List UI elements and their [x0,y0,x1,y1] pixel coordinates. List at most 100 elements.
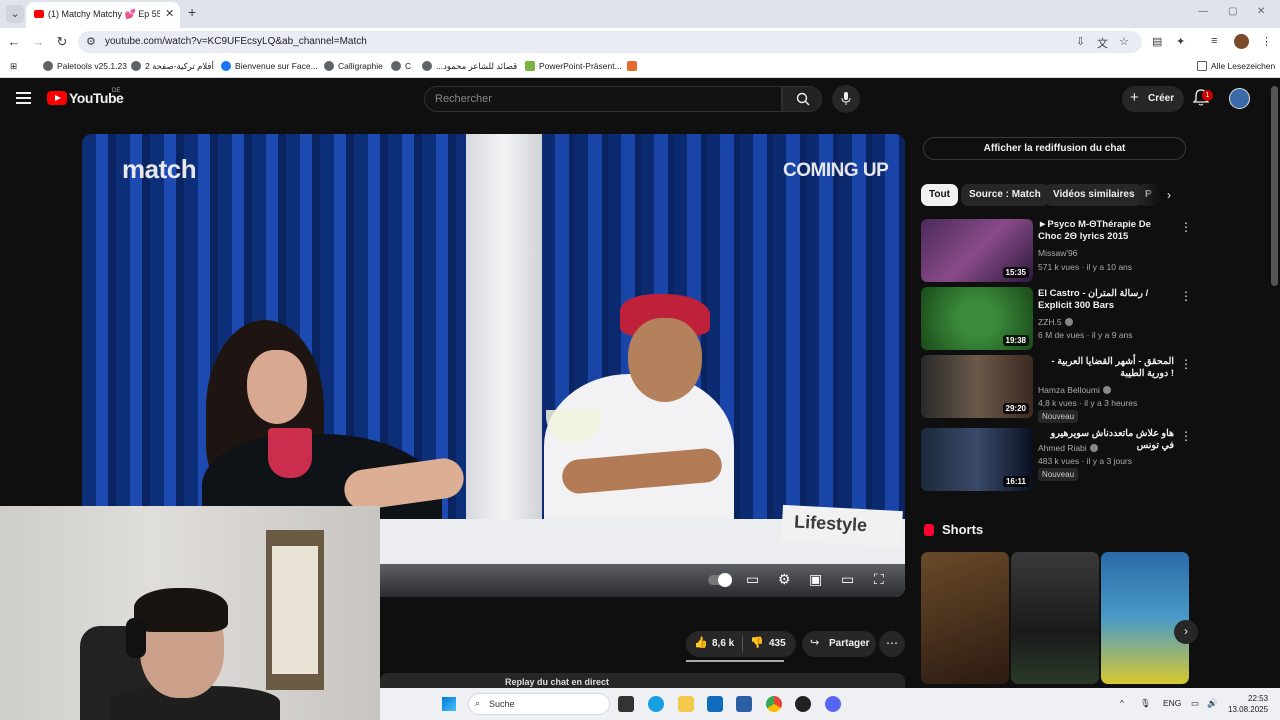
more-vert-icon[interactable]: ⋮ [1180,429,1192,443]
shorts-next-button[interactable]: › [1174,620,1198,644]
short-thumbnail[interactable] [1101,552,1189,684]
more-vert-icon[interactable]: ⋮ [1180,220,1192,234]
fullscreen-icon[interactable]: ⛶ [874,571,884,588]
network-icon[interactable]: ▭ [1191,698,1199,709]
profile-avatar[interactable] [1234,34,1249,49]
volume-icon[interactable]: 🔊 [1207,698,1218,709]
bookmark-item[interactable]: أفلام تركية-صفحة 2 [131,61,214,72]
minimize-icon[interactable]: — [1198,6,1208,17]
like-icon[interactable]: 👍 [694,636,708,649]
tab-active[interactable]: (1) Matchy Matchy 💕 Ep 55: M ✕ [26,2,180,28]
search-button[interactable] [782,86,822,112]
tray-mic-icon[interactable]: 🎙 [1140,698,1151,709]
install-icon[interactable]: ⇩ [1076,35,1085,48]
file-explorer-icon[interactable] [678,696,694,712]
video-title[interactable]: المحقق - أشهر القضايا العربية - دورية ال… [1038,356,1174,380]
theater-mode-icon[interactable]: ▭ [841,571,854,588]
video-meta: 4,8 k vues · il y a 3 heures [1038,398,1138,408]
extensions-icon[interactable]: ✦ [1176,35,1185,48]
more-vert-icon[interactable]: ⋮ [1180,357,1192,371]
tray-chevron-icon[interactable]: ^ [1120,698,1124,708]
store-icon[interactable] [736,696,752,712]
task-view-icon[interactable] [618,696,634,712]
bookmark-item[interactable] [627,61,641,71]
video-thumbnail[interactable]: 15:35 [921,219,1033,282]
bookmark-item[interactable]: Calligraphie [324,61,383,71]
discord-icon[interactable] [825,696,841,712]
tab-close-icon[interactable]: ✕ [165,7,174,20]
clock-date: 13.08.2025 [1228,705,1269,714]
miniplayer-icon[interactable]: ▣ [809,571,822,588]
address-bar[interactable]: ⚙ youtube.com/watch?v=KC9UFEcsyLQ&ab_cha… [78,31,1142,53]
dislike-count[interactable]: 435 [769,638,786,649]
like-count[interactable]: 8,6 k [712,638,734,649]
video-thumbnail[interactable]: 19:38 [921,287,1033,350]
match-watermark: match [122,154,197,184]
clock[interactable]: 22:53 13.08.2025 [1228,693,1268,715]
video-duration: 16:11 [1002,476,1029,487]
search-input[interactable]: Rechercher [424,86,782,112]
close-window-icon[interactable]: ✕ [1257,6,1265,17]
more-actions-button[interactable]: ⋯ [879,631,905,657]
chrome-menu-icon[interactable]: ⋮ [1261,35,1272,48]
video-thumbnail[interactable]: 16:11 [921,428,1033,491]
bookmark-item[interactable]: Bienvenue sur Face... [221,61,318,71]
video-thumbnail[interactable]: 29:20 [921,355,1033,418]
like-dislike-group: 👍 8,6 k 👎 435 [686,631,796,657]
share-button[interactable]: ↪ Partager [802,631,876,657]
bookmark-item[interactable]: PowerPoint-Präsent... [525,61,622,71]
youtube-logo-icon[interactable] [47,91,67,105]
lifestyle-text: Lifestyle [793,511,868,536]
tab-groups-icon[interactable]: ▤ [1152,35,1162,48]
reload-icon[interactable]: ↻ [54,34,70,50]
bookmark-star-icon[interactable]: ☆ [1119,35,1129,48]
maximize-icon[interactable]: ▢ [1228,6,1237,17]
create-button[interactable]: + Créer [1122,86,1184,112]
new-tab-button[interactable]: + [188,4,196,20]
back-icon[interactable]: ← [6,34,22,49]
apps-grid-icon[interactable]: ⊞ [10,61,17,72]
app-icon[interactable] [795,696,811,712]
outlook-icon[interactable] [707,696,723,712]
taskbar-search[interactable]: ⌕ Suche [468,693,610,715]
short-thumbnail[interactable] [1011,552,1099,684]
video-duration: 19:38 [1002,335,1029,346]
dislike-icon[interactable]: 👎 [750,636,764,649]
short-thumbnail[interactable] [921,552,1009,684]
video-channel[interactable]: Ahmed Riabi [1038,443,1098,453]
page-scrollbar[interactable] [1271,86,1278,286]
video-title[interactable]: El Castro - رسالة المتران / Explicit 300… [1038,288,1174,312]
menu-icon[interactable] [16,92,31,104]
all-bookmarks[interactable]: Alle Lesezeichen [1197,61,1275,71]
windows-taskbar: ⌕ Suche ^ 🎙 ENG ▭ 🔊 22:53 13.08.2025 [380,688,1280,720]
chip-source[interactable]: Source : Match [961,184,1049,206]
divider [742,636,743,652]
chip-all[interactable]: Tout [921,184,958,206]
more-vert-icon[interactable]: ⋮ [1180,289,1192,303]
autoplay-toggle[interactable] [708,573,732,587]
chevron-right-icon[interactable]: › [1167,188,1171,202]
language-indicator[interactable]: ENG [1163,698,1181,708]
video-channel[interactable]: ZZH.5 [1038,317,1073,327]
video-channel[interactable]: Hamza Belloumi [1038,385,1111,395]
video-title[interactable]: ►Psyco M-ΘThérapie De Choc 2Θ lyrics 201… [1038,219,1174,243]
windows-start-icon[interactable] [442,697,456,711]
site-info-icon[interactable]: ⚙ [86,35,96,48]
bookmark-item[interactable]: C [391,61,411,71]
forward-icon[interactable]: → [30,34,46,49]
chrome-icon[interactable] [766,696,782,712]
subtitles-icon[interactable]: ▭ [746,571,759,588]
edge-icon[interactable] [648,696,664,712]
settings-gear-icon[interactable]: ⚙ [778,571,791,588]
account-avatar[interactable] [1229,88,1250,109]
chip-related[interactable]: Vidéos similaires [1045,184,1143,206]
translate-icon[interactable]: 文 [1097,35,1108,51]
show-chat-replay-button[interactable]: Afficher la rediffusion du chat [923,137,1186,160]
voice-search-button[interactable] [832,85,860,113]
reading-list-icon[interactable]: ≡ [1211,35,1217,47]
bookmark-item[interactable]: ...قصائد للشاعر محمود [422,61,517,72]
tab-title: (1) Matchy Matchy 💕 Ep 55: M [48,9,160,19]
bookmark-item[interactable]: Paletools v25.1.23 [43,61,127,71]
tab-search-button[interactable]: ⌄ [6,5,24,23]
video-channel[interactable]: Missaw'96 [1038,248,1077,258]
